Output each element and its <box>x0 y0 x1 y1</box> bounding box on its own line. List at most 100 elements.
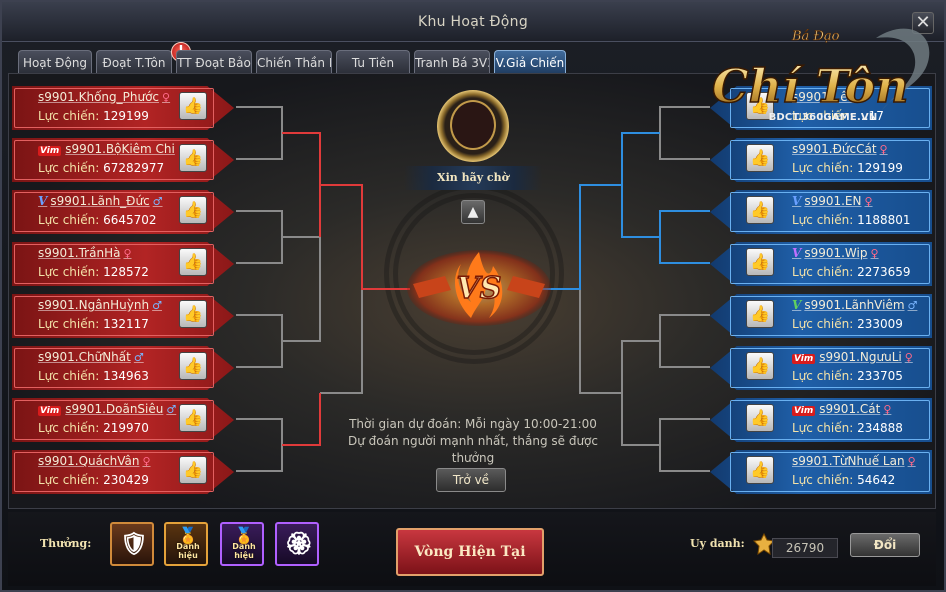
player-power: Lực chiến: 128572 <box>38 265 149 279</box>
right-player-7: Vim s9901.Cát ♀ Lực chiến: 234888 👍 <box>710 398 932 442</box>
right-player-5: Vs9901.LãnhViêm ♂ Lực chiến: 233009 👍 <box>710 294 932 338</box>
player-name[interactable]: s9901.ĐứcCát ♀ <box>792 142 888 156</box>
female-icon: ♀ <box>123 247 132 260</box>
title-tag: Danh hiệu <box>176 542 200 560</box>
vip-icon: Vim <box>792 406 816 416</box>
left-bracket-red <box>282 132 410 446</box>
like-button[interactable]: 👍 <box>746 196 774 224</box>
player-power: Lực chiến: 233705 <box>792 369 903 383</box>
player-name[interactable]: Vim s9901.NgưuLi ♀ <box>792 350 913 364</box>
male-icon: ♂ <box>152 299 162 312</box>
reward-armor-item[interactable]: 🛡 <box>110 522 154 566</box>
male-icon: ♂ <box>152 195 163 208</box>
reward-badge-item[interactable]: 🏵 <box>275 522 319 566</box>
like-button[interactable]: 👍 <box>179 352 207 380</box>
player-power: Lực chiến: 230429 <box>38 473 149 487</box>
like-button[interactable]: 👍 <box>179 144 207 172</box>
player-name[interactable]: s9901.TừNhuế Lan ♀ <box>792 454 916 468</box>
like-button[interactable]: 👍 <box>746 248 774 276</box>
vip-icon: Vim <box>38 146 62 156</box>
reward-label: Thưởng: <box>40 537 92 550</box>
player-power: Lực chiến: 219970 <box>38 421 149 435</box>
vip-icon: Vim <box>792 354 816 364</box>
reward-title-item-2[interactable]: 🏅 Danh hiệu <box>220 522 264 566</box>
like-button[interactable]: 👍 <box>179 300 207 328</box>
like-button[interactable]: 👍 <box>179 92 207 120</box>
exchange-button[interactable]: Đổi <box>850 533 920 557</box>
like-button[interactable]: 👍 <box>746 144 774 172</box>
logo-url: BDCT.360GAME.VN <box>768 112 878 123</box>
player-power: Lực chiến: 2273659 <box>792 265 911 279</box>
left-player-7: Vim s9901.DoãnSiêu ♂ Lực chiến: 219970 👍 <box>12 398 234 442</box>
male-icon: ♂ <box>166 403 177 416</box>
player-name[interactable]: Vs9901.Wip ♀ <box>792 246 879 260</box>
right-player-6: Vim s9901.NgưuLi ♀ Lực chiến: 233705 👍 <box>710 346 932 390</box>
player-name[interactable]: s9901.QuáchVân ♀ <box>38 454 151 468</box>
like-button[interactable]: 👍 <box>179 248 207 276</box>
female-icon: ♀ <box>879 143 888 156</box>
left-player-3: Vs9901.Lãnh_Đức ♂ Lực chiến: 6645702 👍 <box>12 190 234 234</box>
right-bracket-blue <box>540 132 710 290</box>
player-power: Lực chiến: 67282977 <box>38 161 165 175</box>
male-icon: ♂ <box>907 299 918 312</box>
player-name[interactable]: s9901.Khống_Phước ♀ <box>38 90 170 104</box>
left-player-8: s9901.QuáchVân ♀ Lực chiến: 230429 👍 <box>12 450 234 494</box>
player-power: Lực chiến: 132117 <box>38 317 149 331</box>
badge-icon: 🏵 <box>285 532 313 557</box>
vip-icon: Vim <box>38 406 62 416</box>
player-name[interactable]: Vim s9901.Cát ♀ <box>792 402 891 416</box>
player-name[interactable]: Vs9901.EN ♀ <box>792 194 873 208</box>
like-button[interactable]: 👍 <box>746 300 774 328</box>
player-name[interactable]: s9901.ChữNhất ♂ <box>38 350 144 364</box>
like-button[interactable]: 👍 <box>746 404 774 432</box>
vip-icon: V <box>792 246 802 260</box>
player-name[interactable]: Vs9901.LãnhViêm ♂ <box>792 298 917 312</box>
prediction-desc-text: Dự đoán người mạnh nhất, thắng sẽ được <box>348 434 598 448</box>
like-button[interactable]: 👍 <box>179 456 207 484</box>
player-name[interactable]: s9901.TrầnHà ♀ <box>38 246 132 260</box>
prediction-time-text: Thời gian dự đoán: Mỗi ngày 10:00-21:00 <box>349 417 597 431</box>
vip-icon: V <box>792 298 802 312</box>
up-arrow-icon: ▲ <box>461 200 485 224</box>
female-icon: ♀ <box>870 247 879 260</box>
vip-icon: V <box>792 194 802 208</box>
like-button[interactable]: 👍 <box>746 456 774 484</box>
male-icon: ♂ <box>133 351 144 364</box>
right-player-8: s9901.TừNhuế Lan ♀ Lực chiến: 54642 👍 <box>710 450 932 494</box>
player-name[interactable]: s9901.NgânHuỳnh ♂ <box>38 298 162 312</box>
left-player-6: s9901.ChữNhất ♂ Lực chiến: 134963 👍 <box>12 346 234 390</box>
like-button[interactable]: 👍 <box>179 196 207 224</box>
back-button[interactable]: Trở về <box>436 468 506 492</box>
female-icon: ♀ <box>162 91 171 104</box>
player-name[interactable]: Vim s9901.DoãnSiêu ♂ <box>38 402 176 416</box>
right-player-2: s9901.ĐứcCát ♀ Lực chiến: 129199 👍 <box>710 138 932 182</box>
player-name[interactable]: Vim s9901.BộKiêm Chi <box>38 142 175 156</box>
player-power: Lực chiến: 6645702 <box>38 213 157 227</box>
player-name[interactable]: Vs9901.Lãnh_Đức ♂ <box>38 194 163 208</box>
current-round-button[interactable]: Vòng Hiện Tại <box>396 528 544 576</box>
like-button[interactable]: 👍 <box>746 352 774 380</box>
champion-slot <box>450 100 496 150</box>
reputation-value: 26790 <box>772 538 838 558</box>
player-power: Lực chiến: 1188801 <box>792 213 911 227</box>
reward-title-item-1[interactable]: 🏅 Danh hiệu <box>164 522 208 566</box>
player-power: Lực chiến: 54642 <box>792 473 896 487</box>
female-icon: ♀ <box>907 455 916 468</box>
logo-subtitle: Bá Đạo <box>791 29 840 44</box>
waiting-banner: Xin hãy chờ <box>404 166 542 190</box>
player-power: Lực chiến: 129199 <box>792 161 903 175</box>
left-player-2: Vim s9901.BộKiêm Chi Lực chiến: 67282977 … <box>12 138 234 182</box>
player-power: Lực chiến: 233009 <box>792 317 903 331</box>
female-icon: ♀ <box>883 403 892 416</box>
right-player-4: Vs9901.Wip ♀ Lực chiến: 2273659 👍 <box>710 242 932 286</box>
vip-icon: V <box>38 194 48 208</box>
player-power: Lực chiến: 129199 <box>38 109 149 123</box>
player-power: Lực chiến: 234888 <box>792 421 903 435</box>
prediction-reward-text: thưởng <box>451 451 495 465</box>
female-icon: ♀ <box>864 195 873 208</box>
vs-flame-icon: VS <box>407 250 551 326</box>
like-button[interactable]: 👍 <box>179 404 207 432</box>
left-player-4: s9901.TrầnHà ♀ Lực chiến: 128572 👍 <box>12 242 234 286</box>
armor-icon: 🛡 <box>120 532 148 557</box>
title-tag: Danh hiệu <box>232 542 256 560</box>
